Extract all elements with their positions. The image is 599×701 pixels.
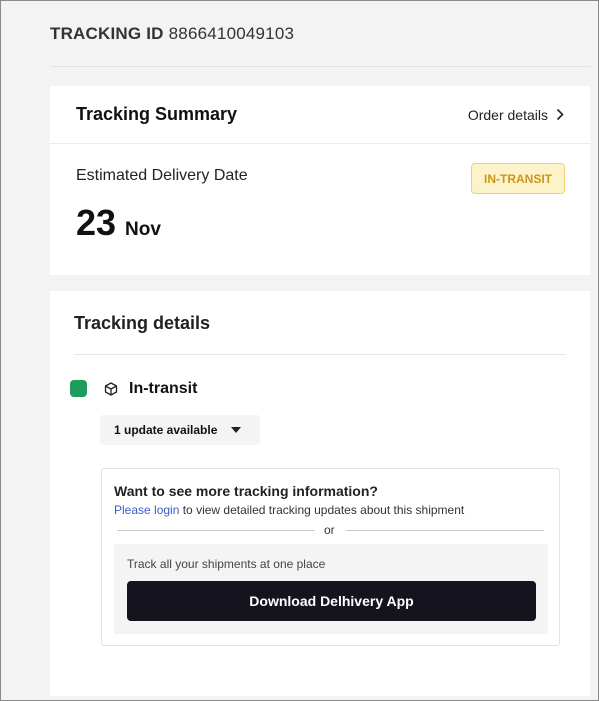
login-prompt-box: Want to see more tracking information? P… [101, 468, 560, 646]
tracking-id-value: 8866410049103 [168, 23, 295, 43]
or-text: or [324, 523, 335, 537]
estimated-delivery-date: 23 Nov [76, 202, 161, 244]
status-text: In-transit [129, 380, 198, 397]
delivery-day: 23 [76, 202, 117, 243]
updates-label: 1 update available [114, 423, 218, 437]
order-details-label: Order details [467, 106, 548, 123]
login-line: Please login to view detailed tracking u… [114, 503, 464, 517]
download-app-button[interactable]: Download Delhivery App [127, 581, 536, 621]
divider [346, 530, 544, 531]
app-promo-panel: Track all your shipments at one place Do… [114, 544, 548, 634]
app-promo-text: Track all your shipments at one place [127, 557, 326, 571]
tracking-header: TRACKING ID 8866410049103 [50, 1, 591, 67]
tracking-summary-card: Tracking Summary Order details Estimated… [50, 86, 590, 275]
divider [74, 354, 566, 355]
divider [117, 530, 315, 531]
summary-title: Tracking Summary [76, 104, 238, 124]
login-description: to view detailed tracking updates about … [179, 503, 465, 517]
or-separator: or [117, 523, 544, 539]
login-question: Want to see more tracking information? [114, 483, 378, 499]
chevron-right-icon [556, 108, 564, 121]
status-badge: IN-TRANSIT [471, 163, 565, 194]
package-icon [104, 382, 118, 396]
details-title: Tracking details [74, 313, 211, 333]
summary-body: Estimated Delivery Date 23 Nov IN-TRANSI… [50, 144, 590, 274]
status-indicator-dot [70, 380, 87, 397]
updates-dropdown[interactable]: 1 update available [100, 415, 260, 445]
delivery-month: Nov [125, 219, 161, 240]
summary-header: Tracking Summary Order details [50, 86, 590, 144]
login-link[interactable]: Please login [114, 503, 179, 517]
order-details-link[interactable]: Order details [468, 107, 564, 123]
tracking-id-label: TRACKING ID [50, 23, 164, 43]
estimated-delivery-label: Estimated Delivery Date [76, 167, 248, 184]
tracking-details-card: Tracking details In-transit 1 update ava… [50, 291, 590, 696]
caret-down-icon [231, 427, 242, 433]
